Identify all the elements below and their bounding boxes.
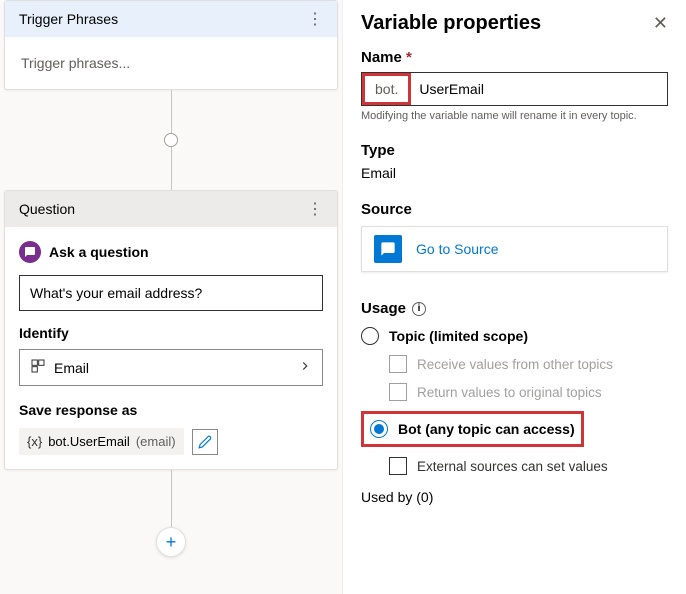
external-sources-option[interactable]: External sources can set values [389, 457, 668, 475]
go-to-source-button[interactable]: Go to Source [361, 226, 668, 272]
identify-value: Email [54, 360, 89, 376]
checkbox-icon [389, 457, 407, 475]
more-icon[interactable]: ⋮ [307, 199, 323, 219]
variable-type-hint: (email) [136, 434, 176, 449]
source-icon [374, 235, 402, 263]
type-value: Email [361, 165, 668, 181]
type-label: Type [361, 142, 668, 159]
info-icon[interactable]: i [412, 302, 426, 316]
identify-dropdown[interactable]: Email [19, 349, 323, 386]
connector-node[interactable] [164, 133, 178, 147]
topic-option-label: Topic (limited scope) [389, 328, 528, 344]
variable-scope-prefix: bot. [362, 73, 411, 105]
external-sources-label: External sources can set values [417, 459, 608, 474]
radio-icon [361, 327, 379, 345]
usage-topic-option[interactable]: Topic (limited scope) [361, 327, 668, 345]
more-icon[interactable]: ⋮ [307, 9, 323, 29]
trigger-phrases-title: Trigger Phrases [19, 11, 118, 27]
panel-title: Variable properties [361, 12, 541, 35]
return-values-label: Return values to original topics [417, 385, 602, 400]
required-indicator: * [406, 49, 412, 66]
ask-question-label: Ask a question [49, 244, 149, 260]
variable-name: bot.UserEmail [48, 434, 130, 449]
usage-label: Usage [361, 300, 406, 317]
name-hint: Modifying the variable name will rename … [361, 110, 668, 122]
source-label: Source [361, 201, 668, 218]
question-header[interactable]: Question ⋮ [5, 191, 337, 227]
question-prompt-input[interactable] [19, 275, 323, 311]
entity-icon [30, 358, 46, 377]
trigger-phrases-header[interactable]: Trigger Phrases ⋮ [5, 1, 337, 37]
radio-icon [370, 420, 388, 438]
close-icon[interactable]: ✕ [653, 13, 668, 34]
save-response-label: Save response as [19, 402, 323, 418]
used-by-label: Used by (0) [361, 489, 668, 505]
checkbox-icon [389, 355, 407, 373]
variable-prefix-icon: {x} [27, 434, 42, 449]
variable-name-input[interactable] [411, 73, 667, 105]
return-values-option: Return values to original topics [389, 383, 668, 401]
chevron-right-icon [298, 359, 312, 376]
variable-chip[interactable]: {x} bot.UserEmail (email) [19, 428, 184, 455]
question-title: Question [19, 201, 75, 217]
identify-label: Identify [19, 325, 323, 341]
edit-variable-button[interactable] [192, 429, 218, 455]
receive-values-option: Receive values from other topics [389, 355, 668, 373]
usage-bot-option[interactable]: Bot (any topic can access) [368, 416, 577, 442]
checkbox-icon [389, 383, 407, 401]
receive-values-label: Receive values from other topics [417, 357, 613, 372]
question-icon [19, 241, 41, 263]
source-link-text: Go to Source [416, 241, 499, 257]
add-node-button[interactable]: + [156, 527, 186, 557]
bot-option-label: Bot (any topic can access) [398, 421, 575, 437]
name-label: Name [361, 49, 402, 66]
trigger-phrases-content[interactable]: Trigger phrases... [5, 37, 337, 89]
